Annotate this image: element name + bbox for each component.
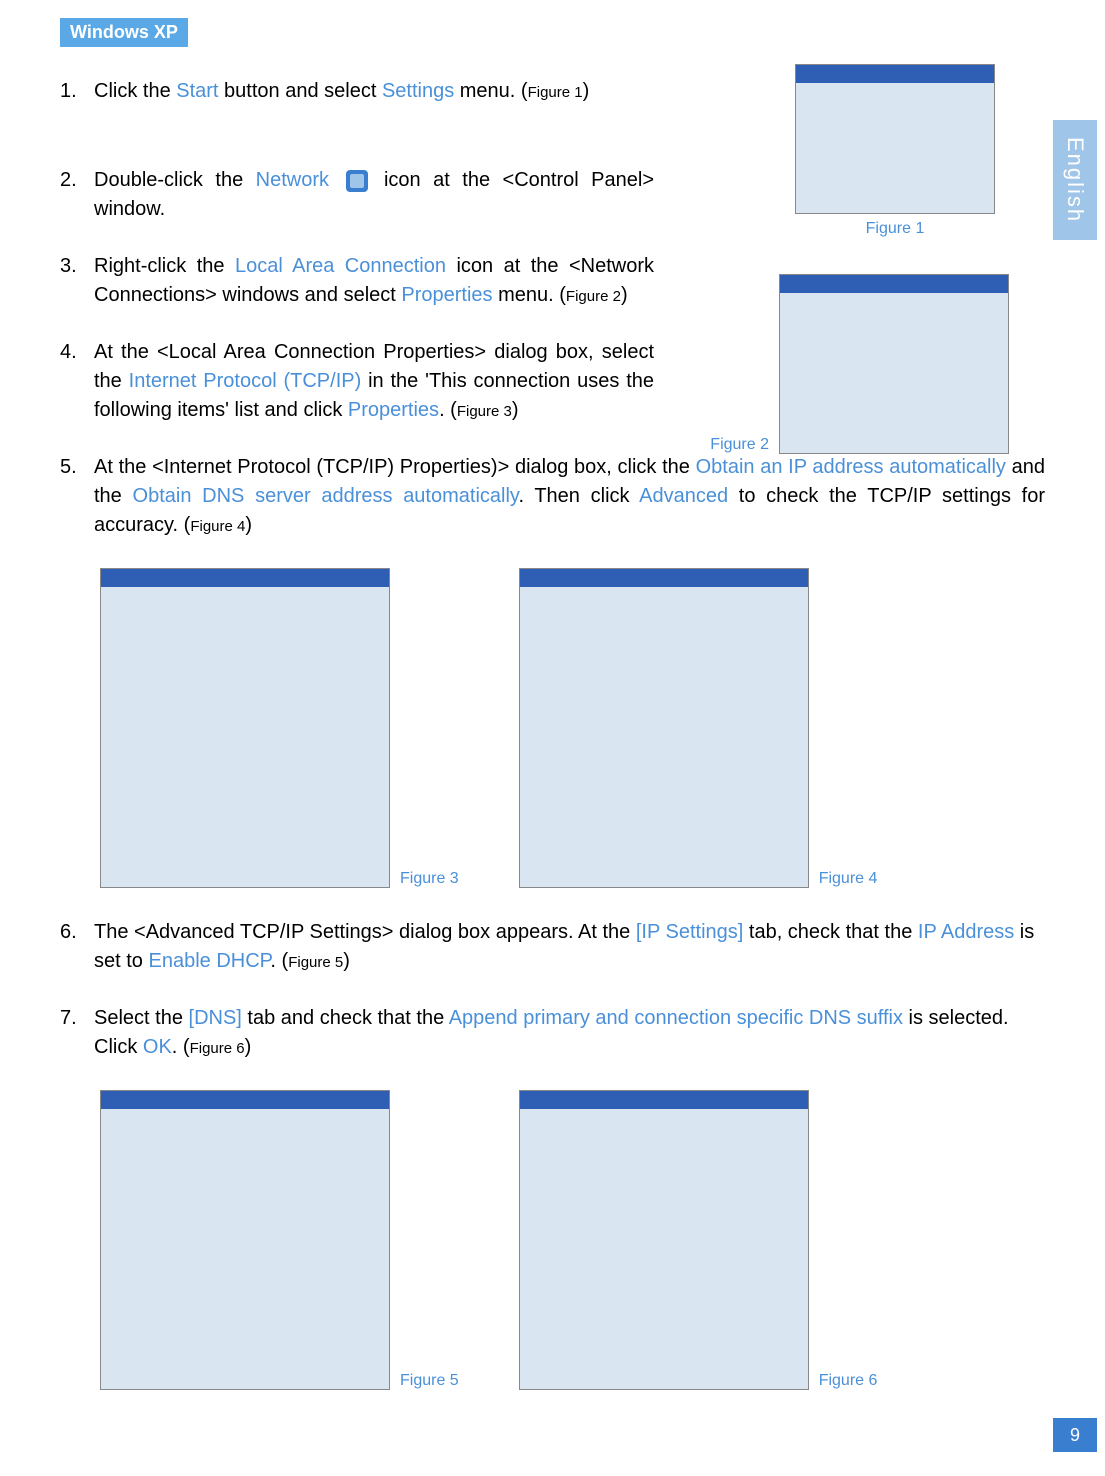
step-7-text: Select the [DNS] tab and check that the … <box>94 1004 1045 1062</box>
text: Click the <box>94 80 176 102</box>
figure-6-label: Figure 6 <box>819 1372 878 1390</box>
text: ) <box>621 284 628 306</box>
text: ) <box>583 80 590 102</box>
figure-1-block: Figure 1 <box>795 64 995 238</box>
highlight-lac: Local Area Connection <box>235 255 446 277</box>
figure-ref: Figure 1 <box>528 84 583 101</box>
step-number: 7. <box>60 1004 94 1062</box>
section-badge: Windows XP <box>60 18 188 47</box>
figure-2-label: Figure 2 <box>710 436 769 454</box>
text: Right-click the <box>94 255 235 277</box>
text: . Then click <box>518 485 639 507</box>
highlight-obtain-dns: Obtain DNS server address automatically <box>133 485 519 507</box>
figure-ref: Figure 6 <box>190 1040 245 1057</box>
figure-1-image <box>795 64 995 214</box>
highlight-append-dns: Append primary and connection specific D… <box>449 1007 903 1029</box>
text: button and select <box>219 80 382 102</box>
text: ) <box>512 399 519 421</box>
language-tab: English <box>1053 120 1097 240</box>
figure-3-image <box>100 568 390 888</box>
step-2-text: Double-click the Network icon at the <Co… <box>94 166 654 224</box>
step-3-text: Right-click the Local Area Connection ic… <box>94 252 654 310</box>
highlight-network: Network <box>256 169 329 191</box>
figure-4-image <box>519 568 809 888</box>
highlight-ip-address: IP Address <box>918 921 1014 943</box>
step-number: 3. <box>60 252 94 310</box>
highlight-ok: OK <box>143 1036 172 1058</box>
highlight-enable-dhcp: Enable DHCP <box>148 950 270 972</box>
page-number: 9 <box>1053 1418 1097 1452</box>
figure-4-label: Figure 4 <box>819 870 878 888</box>
step-number: 1. <box>60 77 94 106</box>
step-number: 2. <box>60 166 94 224</box>
highlight-settings: Settings <box>382 80 454 102</box>
language-tab-label: English <box>1062 137 1088 223</box>
step-1-text: Click the Start button and select Settin… <box>94 77 654 106</box>
text: Double-click the <box>94 169 256 191</box>
step-number: 4. <box>60 338 94 425</box>
text: . ( <box>439 399 457 421</box>
figure-ref: Figure 3 <box>457 403 512 420</box>
text: tab and check that the <box>242 1007 449 1029</box>
text: The <Advanced TCP/IP Settings> dialog bo… <box>94 921 636 943</box>
highlight-obtain-ip: Obtain an IP address automatically <box>696 456 1006 478</box>
figure-3-label: Figure 3 <box>400 870 459 888</box>
figure-6-image <box>519 1090 809 1390</box>
figure-5-image <box>100 1090 390 1390</box>
step-number: 5. <box>60 453 94 540</box>
highlight-properties: Properties <box>348 399 439 421</box>
text: At the <Internet Protocol (TCP/IP) Prope… <box>94 456 696 478</box>
text: ) <box>245 1036 252 1058</box>
figure-5-label: Figure 5 <box>400 1372 459 1390</box>
step-number: 6. <box>60 918 94 976</box>
text: menu. ( <box>493 284 566 306</box>
figure-ref: Figure 2 <box>566 288 621 305</box>
step-4-text: At the <Local Area Connection Properties… <box>94 338 654 425</box>
text: Select the <box>94 1007 189 1029</box>
highlight-dns-tab: [DNS] <box>189 1007 242 1029</box>
text: menu. ( <box>454 80 527 102</box>
highlight-properties: Properties <box>401 284 492 306</box>
step-5-text: At the <Internet Protocol (TCP/IP) Prope… <box>94 453 1045 540</box>
highlight-ip-settings: [IP Settings] <box>636 921 743 943</box>
text: . ( <box>270 950 288 972</box>
figure-1-label: Figure 1 <box>866 220 925 238</box>
highlight-advanced: Advanced <box>639 485 728 507</box>
text: ) <box>245 514 252 536</box>
step-6-text: The <Advanced TCP/IP Settings> dialog bo… <box>94 918 1045 976</box>
figure-2-image <box>779 274 1009 454</box>
text: tab, check that the <box>743 921 918 943</box>
text: ) <box>343 950 350 972</box>
highlight-start: Start <box>176 80 218 102</box>
text: . ( <box>172 1036 190 1058</box>
highlight-tcpip: Internet Protocol (TCP/IP) <box>129 370 362 392</box>
figure-ref: Figure 5 <box>288 954 343 971</box>
figure-ref: Figure 4 <box>190 518 245 535</box>
network-icon <box>346 170 368 192</box>
